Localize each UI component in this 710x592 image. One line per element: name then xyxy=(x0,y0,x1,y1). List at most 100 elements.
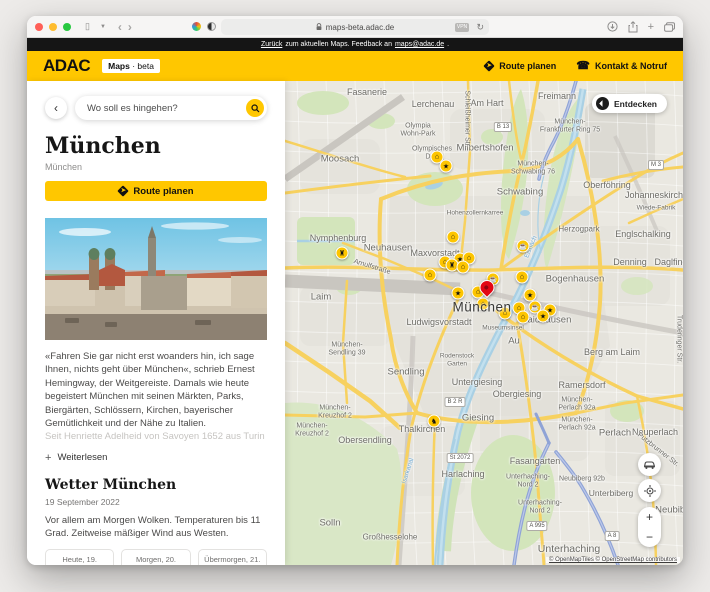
extension-icon[interactable] xyxy=(207,22,216,31)
maps-label: Maps xyxy=(108,61,130,71)
poi-marker-museum[interactable]: ⌂ xyxy=(457,261,470,274)
road-badge: B 2 R xyxy=(444,397,465,407)
map-place-label: Nymphenburg xyxy=(310,233,367,243)
map-place-label: Wohn-Park xyxy=(401,131,436,138)
route-planen-label: Route planen xyxy=(499,61,556,71)
feedback-mail-link[interactable]: maps@adac.de xyxy=(395,41,444,48)
poi-marker-museum[interactable]: ⌂ xyxy=(499,307,512,320)
map-overlay: FasanerieLerchenauAm HartFreimannMoosach… xyxy=(285,81,683,565)
poi-marker-star[interactable]: ★ xyxy=(452,287,465,300)
maps-beta-badge: Maps · beta xyxy=(102,59,160,73)
road-badge: B 13 xyxy=(494,122,512,132)
map-place-label: Truderinger Str. xyxy=(676,315,683,363)
minimize-window-button[interactable] xyxy=(49,23,57,31)
zoom-out-button[interactable]: − xyxy=(646,531,653,543)
poi-marker-star[interactable]: ★ xyxy=(440,160,453,173)
forward-button[interactable]: › xyxy=(128,20,132,34)
downloads-icon[interactable] xyxy=(607,21,618,32)
poi-marker-museum[interactable]: ⌂ xyxy=(447,231,460,244)
map-place-label: Hohenzollernkarree xyxy=(447,210,504,217)
back-circle-button[interactable]: ‹ xyxy=(45,97,67,119)
share-icon[interactable] xyxy=(628,21,638,33)
route-planen-button[interactable]: ➤ Route planen xyxy=(45,181,267,201)
map-place-label: Perlach 92a xyxy=(558,425,595,432)
search-bar xyxy=(75,96,267,120)
reload-icon[interactable]: ↻ xyxy=(476,22,484,33)
locate-me-button[interactable] xyxy=(638,479,661,502)
entdecken-button[interactable]: Entdecken xyxy=(592,94,667,113)
kontakt-notruf-nav[interactable]: ☎ Kontakt & Notruf xyxy=(576,61,667,72)
map-place-label: Obergiesing xyxy=(493,389,542,399)
map-attribution[interactable]: © OpenMapTiles © OpenStreetMap contribut… xyxy=(546,557,680,563)
poi-marker-museum[interactable]: ⌂ xyxy=(516,271,529,284)
poi-marker-restaurant[interactable]: ☕ xyxy=(517,240,530,253)
breadcrumb: München xyxy=(45,162,267,172)
map-place-label: Neubiberg 92b xyxy=(559,476,605,483)
route-planen-nav[interactable]: ➤ Route planen xyxy=(484,61,556,71)
road-badge: A 995 xyxy=(526,521,547,531)
route-button-label: Route planen xyxy=(133,186,193,197)
traffic-layer-button[interactable] xyxy=(638,453,661,476)
poi-marker-museum[interactable]: ⌂ xyxy=(424,269,437,282)
weather-cards: Heute, 19.☁11°C 7°C☂ 56%⚐ 19 km/hMorgen,… xyxy=(45,549,267,566)
map-place-label: Frankfurter Ring 75 xyxy=(540,127,600,134)
read-more-button[interactable]: + Weiterlesen xyxy=(45,452,267,464)
description-fade: Seit Henriette Adelheid von Savoyen 1652… xyxy=(45,431,267,444)
search-button[interactable] xyxy=(246,99,264,117)
map-place-label: Unterhaching- xyxy=(518,500,562,507)
route-icon: ➤ xyxy=(484,61,494,71)
map-place-label: Milbertshofen xyxy=(456,143,513,154)
map-place-label: Untergiesing xyxy=(452,377,503,387)
map-place-label: München- xyxy=(561,417,592,424)
phone-icon: ☎ xyxy=(576,61,590,72)
chevron-down-icon[interactable]: ▼ xyxy=(98,24,108,30)
map-place-label: Ramersdorf xyxy=(558,380,605,390)
read-more-label: Weiterlesen xyxy=(57,452,107,463)
app-header: ADAC Maps · beta ➤ Route planen ☎ Kontak… xyxy=(27,51,683,81)
search-icon xyxy=(251,104,260,113)
map-place-label: Großhesselohe xyxy=(363,533,418,542)
back-to-maps-link[interactable]: Zurück xyxy=(261,41,282,48)
weather-title: Wetter München xyxy=(45,477,267,493)
map-place-label: Giesing xyxy=(462,413,494,424)
sidebar-toggle-icon[interactable]: ▯ xyxy=(83,22,92,31)
poi-marker-museum[interactable]: ⌂ xyxy=(517,311,530,324)
map-place-label: München- xyxy=(554,119,585,126)
zoom-in-button[interactable]: + xyxy=(646,511,653,523)
sidebar-panel: ‹ München München ➤ Route planen xyxy=(27,81,285,565)
weather-card-day: Heute, 19. xyxy=(50,555,109,564)
plus-icon: + xyxy=(45,452,51,464)
map-place-label: Schwabing xyxy=(497,187,543,198)
map-canvas[interactable]: FasanerieLerchenauAm HartFreimannMoosach… xyxy=(285,81,683,565)
poi-marker-zoo[interactable]: ♞ xyxy=(428,415,441,428)
browser-window: ▯ ▼ ‹ › maps-beta.adac.de VPN ↻ + Zurück… xyxy=(27,16,683,565)
search-input[interactable] xyxy=(87,103,246,114)
map-place-label: Denning xyxy=(613,257,647,267)
map-place-label: Harlaching xyxy=(441,469,484,479)
zoom-window-button[interactable] xyxy=(63,23,71,31)
address-bar[interactable]: maps-beta.adac.de VPN ↻ xyxy=(221,19,489,35)
url-text: maps-beta.adac.de xyxy=(326,23,395,32)
map-place-label: Moosach xyxy=(321,154,360,165)
map-place-label: Neuperlach xyxy=(632,427,678,437)
poi-marker-castle[interactable]: ♜ xyxy=(336,247,349,260)
poi-marker-star[interactable]: ★ xyxy=(537,310,550,323)
map-place-label: Freimann xyxy=(538,91,576,101)
map-place-label: Olympia xyxy=(405,123,431,130)
new-tab-icon[interactable]: + xyxy=(648,21,654,33)
road-badge: St 2072 xyxy=(447,453,474,463)
adac-logo[interactable]: ADAC xyxy=(43,56,90,76)
extension-icon[interactable] xyxy=(192,22,201,31)
poi-marker-museum[interactable]: ⌂ xyxy=(477,298,490,311)
tab-overview-icon[interactable] xyxy=(664,22,675,32)
weather-summary: Vor allem am Morgen Wolken. Temperaturen… xyxy=(45,514,267,541)
zoom-controls: + − xyxy=(638,507,661,547)
map-place-label: Schwabing 76 xyxy=(511,169,555,176)
map-place-label: Museumsinsel xyxy=(482,325,524,332)
map-place-label: Bogenhausen xyxy=(546,274,605,285)
close-window-button[interactable] xyxy=(35,23,43,31)
route-icon: ➤ xyxy=(118,186,128,196)
weather-card-day: Morgen, 20. xyxy=(126,555,185,564)
road-badge: M 3 xyxy=(648,160,664,170)
back-button[interactable]: ‹ xyxy=(118,20,122,34)
